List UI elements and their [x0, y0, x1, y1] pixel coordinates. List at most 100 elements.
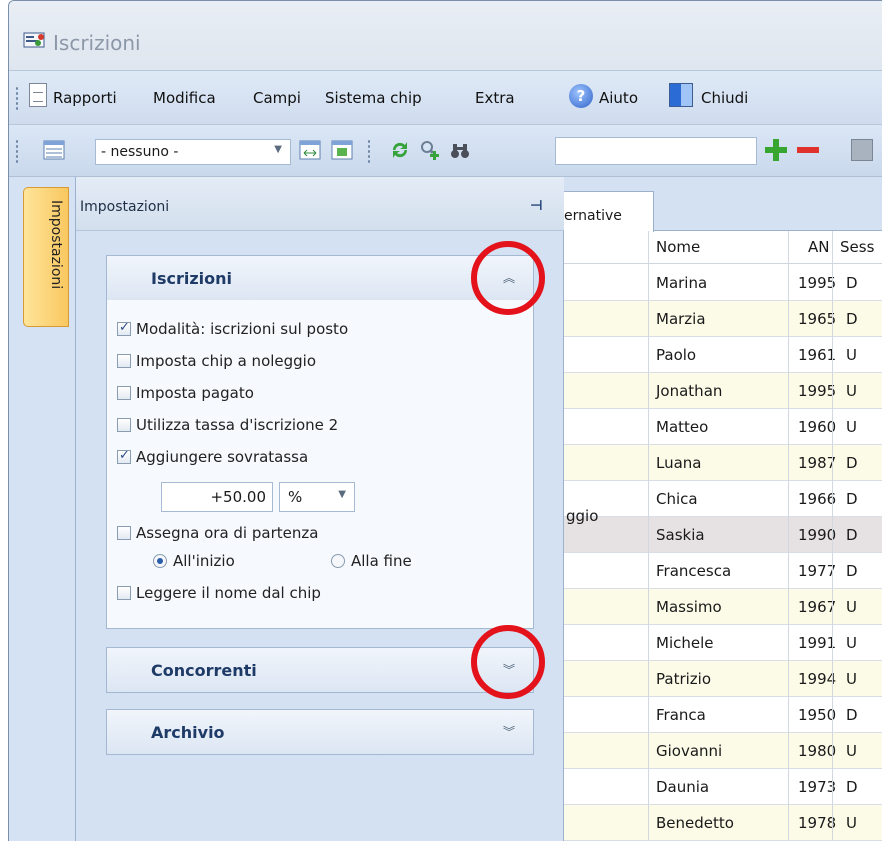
- table-row[interactable]: Benedetto 1978 U: [564, 805, 882, 841]
- option-pagato[interactable]: Imposta pagato: [117, 384, 254, 402]
- table-row[interactable]: Massimo 1967 U: [564, 589, 882, 625]
- checkbox-icon[interactable]: [117, 586, 131, 600]
- option-ora-partenza-label: Assegna ora di partenza: [136, 524, 319, 542]
- column-width-icon[interactable]: [299, 139, 321, 161]
- chevron-down-double-icon[interactable]: ︾: [503, 723, 515, 740]
- checkbox-icon[interactable]: [117, 386, 131, 400]
- cell-nome: Jonathan: [656, 382, 723, 400]
- cell-an: 1977: [798, 562, 837, 580]
- cell-an: 1966: [798, 490, 837, 508]
- cell-an: 1973: [798, 778, 837, 796]
- option-modalita[interactable]: Modalità: iscrizioni sul posto: [117, 320, 348, 338]
- view-select[interactable]: - nessuno - ▼: [95, 139, 291, 165]
- toolbar-grip-icon[interactable]: [367, 139, 371, 163]
- table-row[interactable]: Jonathan 1995 U: [564, 373, 882, 409]
- checkbox-icon[interactable]: [117, 418, 131, 432]
- group-header-iscrizioni[interactable]: Iscrizioni ︽: [107, 256, 533, 300]
- surcharge-unit-select[interactable]: % ▼: [279, 482, 355, 512]
- pin-icon[interactable]: ⊣: [530, 198, 543, 214]
- table-row[interactable]: Patrizio 1994 U: [564, 661, 882, 697]
- table-row[interactable]: Francesca 1977 D: [564, 553, 882, 589]
- cell-nome: Patrizio: [656, 670, 711, 688]
- radio-all-inizio[interactable]: All'inizio: [153, 552, 235, 570]
- option-pagato-label: Imposta pagato: [136, 384, 254, 402]
- group-iscrizioni: Iscrizioni ︽ Modalità: iscrizioni sul po…: [106, 255, 534, 629]
- option-chip-noleggio[interactable]: Imposta chip a noleggio: [117, 352, 316, 370]
- table-row[interactable]: Paolo 1961 U: [564, 337, 882, 373]
- table-settings-icon[interactable]: [331, 139, 353, 161]
- checkbox-icon[interactable]: [117, 526, 131, 540]
- menu-sistema-chip[interactable]: Sistema chip: [325, 89, 422, 107]
- list-view-icon[interactable]: [43, 139, 65, 161]
- cell-nome: Massimo: [656, 598, 722, 616]
- menu-modifica[interactable]: Modifica: [153, 89, 216, 107]
- table-row[interactable]: Saskia 1990 D: [564, 517, 882, 553]
- column-header-sesso[interactable]: Sess: [840, 238, 874, 256]
- binoculars-icon[interactable]: [449, 139, 471, 161]
- toolbar-grip-icon[interactable]: [15, 86, 19, 110]
- checkbox-checked-icon[interactable]: [117, 320, 131, 336]
- cell-sesso: D: [846, 490, 858, 508]
- add-filter-icon[interactable]: [419, 139, 441, 161]
- cell-sesso: D: [846, 526, 858, 544]
- table-row[interactable]: Michele 1991 U: [564, 625, 882, 661]
- option-tassa2-label: Utilizza tassa d'iscrizione 2: [136, 416, 339, 434]
- tab-alternative-label: ernative: [564, 208, 622, 224]
- cell-sesso: D: [846, 310, 858, 328]
- cell-nome: Giovanni: [656, 742, 723, 760]
- radio-selected-icon[interactable]: [153, 554, 167, 568]
- group-header-archivio[interactable]: Archivio ︾: [107, 710, 533, 754]
- remove-icon[interactable]: [797, 147, 819, 153]
- column-header-nome[interactable]: Nome: [656, 238, 700, 256]
- cell-nome: Saskia: [656, 526, 705, 544]
- sidebar-tab-impostazioni[interactable]: Impostazioni: [23, 187, 69, 327]
- tab-alternative[interactable]: ernative: [564, 191, 654, 232]
- cell-nome: Franca: [656, 706, 706, 724]
- truncated-cell: ggio: [566, 507, 599, 525]
- cell-an: 1980: [798, 742, 837, 760]
- option-ora-partenza[interactable]: Assegna ora di partenza: [117, 524, 318, 542]
- checkbox-icon[interactable]: [117, 354, 131, 368]
- cell-an: 1965: [798, 310, 837, 328]
- table-row[interactable]: Marzia 1965 D: [564, 301, 882, 337]
- checkbox-checked-icon[interactable]: [117, 448, 131, 464]
- table-row[interactable]: Daunia 1973 D: [564, 769, 882, 805]
- menu-extra[interactable]: Extra: [475, 89, 515, 107]
- table-row[interactable]: Matteo 1960 U: [564, 409, 882, 445]
- cell-nome: Benedetto: [656, 814, 734, 832]
- surcharge-amount-input[interactable]: +50.00: [161, 482, 273, 512]
- grid-header-row: Nome AN Sess: [564, 232, 882, 264]
- app-window: Iscrizioni Rapporti Modifica Campi Siste…: [8, 0, 882, 841]
- column-header-an[interactable]: AN: [808, 238, 829, 256]
- cell-an: 1995: [798, 274, 837, 292]
- menu-rapporti[interactable]: Rapporti: [53, 89, 117, 107]
- refresh-icon[interactable]: [389, 139, 411, 161]
- table-row[interactable]: Luana 1987 D: [564, 445, 882, 481]
- menu-campi[interactable]: Campi: [253, 89, 301, 107]
- add-icon[interactable]: [765, 139, 787, 161]
- table-row[interactable]: Franca 1950 D: [564, 697, 882, 733]
- save-icon[interactable]: [851, 139, 873, 161]
- group-header-concorrenti[interactable]: Concorrenti ︾: [107, 648, 533, 692]
- option-leggere-nome[interactable]: Leggere il nome dal chip: [117, 584, 321, 602]
- help-icon[interactable]: ?: [569, 84, 593, 108]
- menu-chiudi[interactable]: Chiudi: [701, 89, 748, 107]
- search-input[interactable]: [555, 137, 757, 165]
- cell-nome: Francesca: [656, 562, 732, 580]
- chevron-down-icon: ▼: [274, 144, 282, 155]
- table-row[interactable]: Marina 1995 D: [564, 265, 882, 301]
- table-row[interactable]: Giovanni 1980 U: [564, 733, 882, 769]
- toolbar-grip-icon[interactable]: [15, 139, 19, 163]
- radio-icon[interactable]: [331, 554, 345, 568]
- cell-an: 1967: [798, 598, 837, 616]
- cell-sesso: U: [846, 742, 857, 760]
- group-concorrenti: Concorrenti ︾: [106, 647, 534, 693]
- exit-icon[interactable]: [669, 83, 693, 107]
- option-tassa2[interactable]: Utilizza tassa d'iscrizione 2: [117, 416, 338, 434]
- group-title-concorrenti: Concorrenti: [151, 661, 257, 680]
- option-sovratassa[interactable]: Aggiungere sovratassa: [117, 448, 308, 466]
- table-row[interactable]: Chica 1966 D: [564, 481, 882, 517]
- surcharge-unit-value: %: [288, 488, 303, 506]
- menu-aiuto[interactable]: Aiuto: [599, 89, 638, 107]
- radio-alla-fine[interactable]: Alla fine: [331, 552, 412, 570]
